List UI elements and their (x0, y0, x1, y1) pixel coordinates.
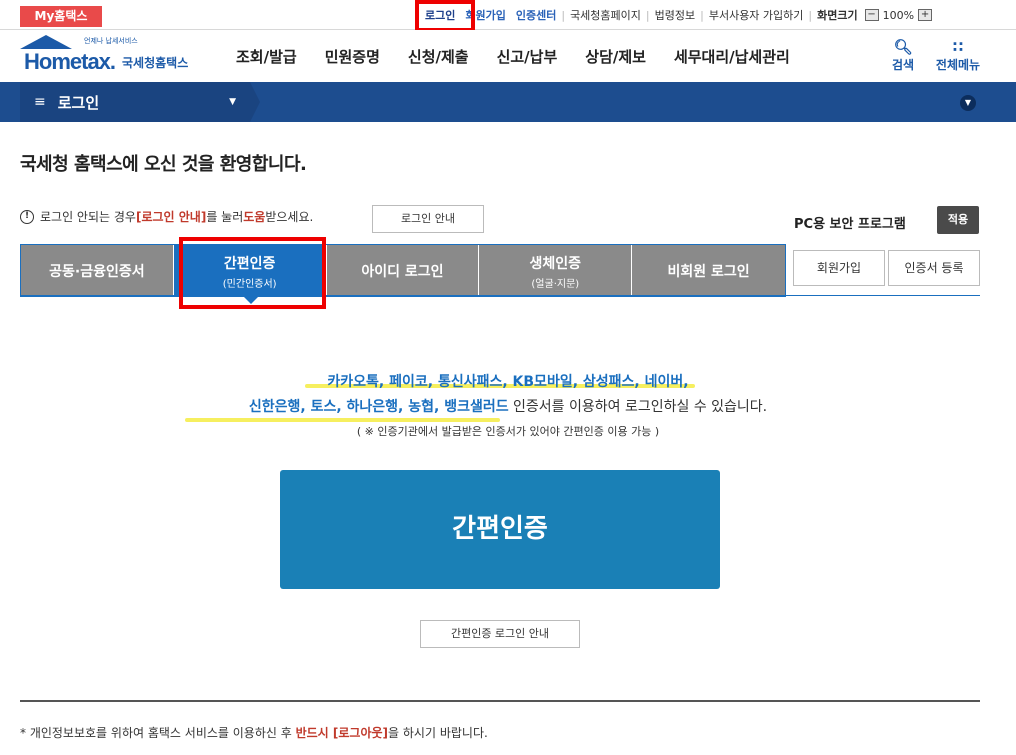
breadcrumb-band: ≡ 로그인 ▼ ▼ (0, 82, 1016, 122)
tab-guest-login[interactable]: 비회원 로그인 (632, 245, 785, 297)
breadcrumb-dropdown[interactable]: ≡ 로그인 ▼ (20, 82, 250, 122)
login-tabs: 공동·금융인증서 간편인증 (민간인증서) 아이디 로그인 생체인증 (얼굴·지… (20, 244, 786, 304)
zoom-in-button[interactable]: + (918, 9, 933, 21)
all-menu-button[interactable]: ∷ 전체메뉴 (930, 38, 986, 73)
law-info-link[interactable]: 법령정보 (650, 7, 700, 23)
tab-joint-cert[interactable]: 공동·금융인증서 (21, 245, 174, 297)
tab-id-login[interactable]: 아이디 로그인 (326, 245, 480, 297)
logo-subtitle: 언제나 납세서비스 (84, 37, 138, 45)
top-utility-bar: My홈택스 로그인 회원가입 인증센터 | 국세청홈페이지 | 법령정보 | 부… (0, 0, 1016, 30)
member-join-button[interactable]: 회원가입 (793, 250, 885, 286)
zoom-label: 화면크기 (817, 9, 858, 22)
search-button[interactable]: 🔍︎ 검색 (888, 38, 918, 73)
side-underline (786, 295, 980, 296)
nav-item-consult[interactable]: 상담/제보 (571, 46, 660, 67)
tab-label: 공동·금융인증서 (49, 264, 145, 280)
my-hometax-button[interactable]: My홈택스 (20, 6, 102, 27)
logo-korean: 국세청홈택스 (122, 56, 189, 70)
services-line-2-text: 인증서를 이용하여 로그인하실 수 있습니다. (508, 399, 768, 415)
cert-register-button[interactable]: 인증서 등록 (888, 250, 980, 286)
services-line-1: 카카오톡, 페이코, 통신사패스, KB모바일, 삼성패스, 네이버, (327, 374, 689, 390)
notice-link: [로그인 안내] (135, 210, 207, 224)
nav-item-report-payment[interactable]: 신고/납부 (483, 46, 572, 67)
hometax-logo[interactable]: 언제나 납세서비스 Hometax. 국세청홈택스 (18, 35, 203, 77)
login-highlight-box (415, 0, 475, 32)
highlighter-mark (185, 418, 500, 422)
zoom-control: 화면크기 − 100% + (812, 7, 937, 23)
breadcrumb-label: 로그인 (57, 93, 100, 112)
footer-note: * 개인정보보호를 위하여 홈택스 서비스를 이용하신 후 반드시 [로그아웃]… (20, 724, 488, 741)
nav-item-certificate[interactable]: 민원증명 (311, 46, 394, 67)
house-icon (20, 35, 72, 49)
page-title: 국세청 홈택스에 오신 것을 환영합니다. (20, 154, 307, 175)
footer-suffix: 을 하시기 바랍니다. (388, 726, 488, 740)
footer-logout-warning: 반드시 [로그아웃] (295, 726, 389, 740)
caret-down-icon: ▼ (229, 97, 236, 107)
nav-item-tax-agent[interactable]: 세무대리/납세관리 (660, 46, 804, 67)
services-line-2-providers: 신한은행, 토스, 하나은행, 농협, 뱅크샐러드 (248, 399, 509, 415)
pc-security-label: PC용 보안 프로그램 (794, 217, 906, 232)
nts-homepage-link[interactable]: 국세청홈페이지 (565, 7, 646, 23)
zoom-value: 100% (882, 8, 915, 22)
search-label: 검색 (891, 58, 915, 72)
nav-item-application[interactable]: 신청/제출 (394, 46, 483, 67)
services-line-2: 신한은행, 토스, 하나은행, 농협, 뱅크샐러드 인증서를 이용하여 로그인하… (0, 396, 1016, 416)
services-note: ( ※ 인증기관에서 발급받은 인증서가 있어야 간편인증 이용 가능 ) (356, 425, 660, 438)
notice-help: 도움 (243, 210, 266, 224)
chevron-down-icon[interactable]: ▼ (960, 95, 976, 111)
cert-center-link[interactable]: 인증센터 (511, 7, 561, 23)
header: 언제나 납세서비스 Hometax. 국세청홈택스 조회/발급 민원증명 신청/… (0, 30, 1016, 82)
nav-item-inquiry[interactable]: 조회/발급 (222, 46, 311, 67)
simple-auth-highlight-box (179, 237, 326, 309)
tab-label: 생체인증 (529, 255, 582, 272)
notice-mid: 를 눌러 (206, 210, 244, 224)
dept-user-join-link[interactable]: 부서사용자 가입하기 (704, 7, 809, 23)
divider (20, 700, 980, 702)
top-links: 로그인 회원가입 인증센터 | 국세청홈페이지 | 법령정보 | 부서사용자 가… (420, 0, 937, 30)
footer-prefix: * 개인정보보호를 위하여 홈택스 서비스를 이용하신 후 (20, 726, 296, 740)
simple-auth-button[interactable]: 간편인증 (280, 470, 720, 589)
apply-security-button[interactable]: 적용 (937, 206, 979, 234)
band-arrow-shape (250, 82, 260, 122)
tabs-underline (20, 295, 786, 297)
tab-label: 아이디 로그인 (361, 264, 444, 280)
zoom-out-button[interactable]: − (864, 9, 879, 21)
tab-biometric[interactable]: 생체인증 (얼굴·지문) (479, 245, 633, 297)
grid-icon: ∷ (952, 38, 964, 56)
info-icon: ! (20, 209, 34, 224)
login-guide-button[interactable]: 로그인 안내 (372, 205, 484, 233)
all-menu-label: 전체메뉴 (935, 58, 981, 72)
tab-sublabel: (얼굴·지문) (531, 278, 580, 290)
login-notice: ! 로그인 안되는 경우 [로그인 안내] 를 눌러 도움 받으세요. (20, 208, 313, 225)
simple-auth-guide-button[interactable]: 간편인증 로그인 안내 (420, 620, 580, 648)
tab-label: 비회원 로그인 (667, 264, 750, 280)
main-nav: 조회/발급 민원증명 신청/제출 신고/납부 상담/제보 세무대리/납세관리 (222, 30, 804, 82)
search-icon: 🔍︎ (893, 38, 913, 56)
notice-prefix: 로그인 안되는 경우 (40, 210, 136, 224)
hamburger-icon: ≡ (34, 94, 46, 110)
logo-text: Hometax. (24, 49, 116, 74)
notice-suffix: 받으세요. (265, 210, 314, 224)
